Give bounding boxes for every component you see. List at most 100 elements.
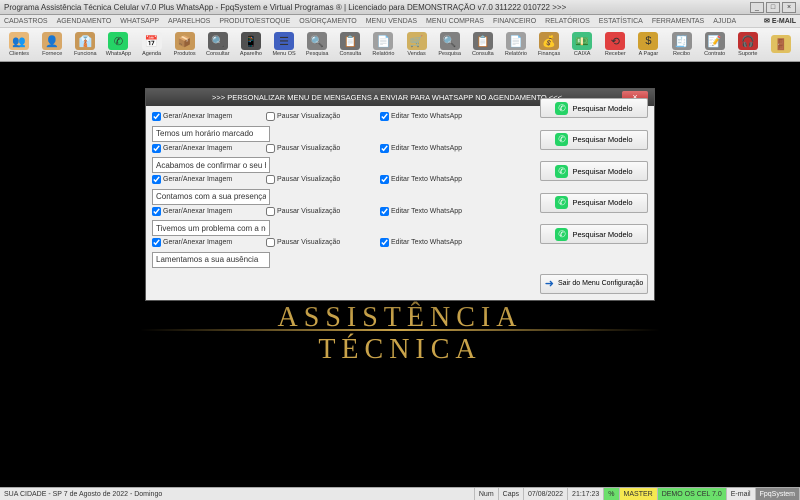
menu-item-1[interactable]: AGENDAMENTO — [57, 18, 112, 25]
toolbar-btn-consulta[interactable]: 📋Consulta — [334, 29, 366, 60]
menu-item-2[interactable]: WHATSAPP — [120, 18, 159, 25]
chk-editar-0[interactable] — [380, 112, 389, 121]
toolbar-label: A Pagar — [639, 51, 659, 57]
status-location: SUA CIDADE - SP 7 de Agosto de 2022 - Do… — [0, 488, 475, 500]
email-icon: ✉ — [764, 17, 770, 25]
chk-editar-4[interactable] — [380, 238, 389, 247]
close-button[interactable]: × — [782, 2, 796, 13]
chk-pausar-2[interactable] — [266, 175, 275, 184]
maximize-button[interactable]: □ — [766, 2, 780, 13]
chk-editar-label: Editar Texto WhatsApp — [391, 145, 462, 152]
toolbar-btn-consulta[interactable]: 📋Consulta — [467, 29, 499, 60]
menu-item-3[interactable]: APARELHOS — [168, 18, 210, 25]
whatsapp-icon: ✆ — [555, 102, 568, 115]
toolbar-btn-receber[interactable]: ⟲Receber — [599, 29, 631, 60]
menu-item-7[interactable]: MENU COMPRAS — [426, 18, 484, 25]
chk-pausar-3[interactable] — [266, 207, 275, 216]
pesquisar-button-1[interactable]: ✆Pesquisar Modelo — [540, 130, 648, 150]
menu-item-4[interactable]: PRODUTO/ESTOQUE — [219, 18, 290, 25]
toolbar-icon: 📄 — [373, 32, 393, 50]
chk-gerar-label: Gerar/Anexar Imagem — [163, 239, 232, 246]
pesquisar-button-4[interactable]: ✆Pesquisar Modelo — [540, 224, 648, 244]
toolbar-btn-pesquisa[interactable]: 🔍Pesquisa — [434, 29, 466, 60]
toolbar-btn-menu os[interactable]: ☰Menu OS — [268, 29, 300, 60]
toolbar-btn-funciona[interactable]: 👔Funciona — [69, 29, 101, 60]
toolbar-btn-relatório[interactable]: 📄Relatório — [500, 29, 532, 60]
toolbar-btn-clientes[interactable]: 👥Clientes — [3, 29, 35, 60]
chk-editar-label: Editar Texto WhatsApp — [391, 208, 462, 215]
menu-item-0[interactable]: CADASTROS — [4, 18, 48, 25]
toolbar-label: Agenda — [142, 51, 161, 57]
pesquisar-button-0[interactable]: ✆Pesquisar Modelo — [540, 98, 648, 118]
toolbar-btn-finanças[interactable]: 💰Finanças — [533, 29, 565, 60]
chk-gerar-3[interactable] — [152, 207, 161, 216]
dialog-body: Gerar/Anexar Imagem Pausar Visualização Ed… — [146, 106, 654, 300]
toolbar-btn-exit[interactable]: 🚪 — [765, 29, 797, 60]
chk-editar-label: Editar Texto WhatsApp — [391, 113, 462, 120]
toolbar-btn-vendas[interactable]: 🛒Vendas — [401, 29, 433, 60]
toolbar-btn-aparelho[interactable]: 📱Aparelho — [235, 29, 267, 60]
toolbar-btn-relatório[interactable]: 📄Relatório — [367, 29, 399, 60]
message-input-1[interactable] — [152, 157, 270, 173]
status-email[interactable]: E-mail — [727, 488, 756, 500]
status-time: 21:17:23 — [568, 488, 604, 500]
menu-item-6[interactable]: MENU VENDAS — [366, 18, 417, 25]
toolbar-icon: 💰 — [539, 32, 559, 50]
message-input-3[interactable] — [152, 220, 270, 236]
chk-editar-2[interactable] — [380, 175, 389, 184]
chk-gerar-2[interactable] — [152, 175, 161, 184]
toolbar-icon: ✆ — [108, 32, 128, 50]
message-input-2[interactable] — [152, 189, 270, 205]
pesquisar-button-3[interactable]: ✆Pesquisar Modelo — [540, 193, 648, 213]
chk-pausar-1[interactable] — [266, 144, 275, 153]
exit-config-button[interactable]: ➜Sair do Menu Configuração — [540, 274, 648, 294]
main-toolbar: 👥Clientes👤Fornece👔Funciona✆WhatsApp📅Agen… — [0, 28, 800, 62]
pesquisar-button-2[interactable]: ✆Pesquisar Modelo — [540, 161, 648, 181]
minimize-button[interactable]: _ — [750, 2, 764, 13]
chk-pausar-0[interactable] — [266, 112, 275, 121]
pesquisar-label: Pesquisar Modelo — [572, 167, 632, 176]
menu-email[interactable]: ✉ E-MAIL — [764, 17, 796, 25]
toolbar-btn-consultar[interactable]: 🔍Consultar — [202, 29, 234, 60]
toolbar-btn-agenda[interactable]: 📅Agenda — [136, 29, 168, 60]
whatsapp-config-dialog: >>> PERSONALIZAR MENU DE MENSAGENS A ENV… — [145, 88, 655, 301]
toolbar-btn-produtos[interactable]: 📦Produtos — [169, 29, 201, 60]
toolbar-label: Vendas — [407, 51, 425, 57]
message-input-0[interactable] — [152, 126, 270, 142]
toolbar-icon: 🛒 — [407, 32, 427, 50]
chk-editar-label: Editar Texto WhatsApp — [391, 239, 462, 246]
toolbar-icon: 🧾 — [672, 32, 692, 50]
toolbar-btn-recibo[interactable]: 🧾Recibo — [666, 29, 698, 60]
chk-editar-1[interactable] — [380, 144, 389, 153]
chk-gerar-4[interactable] — [152, 238, 161, 247]
chk-editar-3[interactable] — [380, 207, 389, 216]
message-input-4[interactable] — [152, 252, 270, 268]
toolbar-label: Menu OS — [272, 51, 295, 57]
menu-item-11[interactable]: FERRAMENTAS — [652, 18, 704, 25]
chk-gerar-0[interactable] — [152, 112, 161, 121]
toolbar-icon: 🎧 — [738, 32, 758, 50]
menu-item-12[interactable]: AJUDA — [713, 18, 736, 25]
menu-item-5[interactable]: OS/ORÇAMENTO — [299, 18, 356, 25]
menu-item-10[interactable]: ESTATÍSTICA — [599, 18, 643, 25]
toolbar-label: Relatório — [505, 51, 527, 57]
toolbar-label: Suporte — [738, 51, 757, 57]
toolbar-btn-fornece[interactable]: 👤Fornece — [36, 29, 68, 60]
toolbar-btn-whatsapp[interactable]: ✆WhatsApp — [102, 29, 134, 60]
menu-bar: CADASTROS AGENDAMENTO WHATSAPP APARELHOS PRO… — [0, 15, 800, 28]
toolbar-label: Recibo — [673, 51, 690, 57]
toolbar-label: Consulta — [472, 51, 494, 57]
chk-gerar-1[interactable] — [152, 144, 161, 153]
toolbar-btn-a pagar[interactable]: $A Pagar — [632, 29, 664, 60]
toolbar-btn-suporte[interactable]: 🎧Suporte — [732, 29, 764, 60]
menu-item-9[interactable]: RELATÓRIOS — [545, 18, 590, 25]
toolbar-label: Pesquisa — [306, 51, 329, 57]
chk-pausar-label: Pausar Visualização — [277, 176, 340, 183]
toolbar-icon: 👔 — [75, 32, 95, 50]
toolbar-btn-pesquisa[interactable]: 🔍Pesquisa — [301, 29, 333, 60]
chk-pausar-4[interactable] — [266, 238, 275, 247]
toolbar-label: Funciona — [74, 51, 97, 57]
toolbar-btn-caixa[interactable]: 💵CAIXA — [566, 29, 598, 60]
menu-item-8[interactable]: FINANCEIRO — [493, 18, 536, 25]
toolbar-btn-contrato[interactable]: 📝Contrato — [699, 29, 731, 60]
